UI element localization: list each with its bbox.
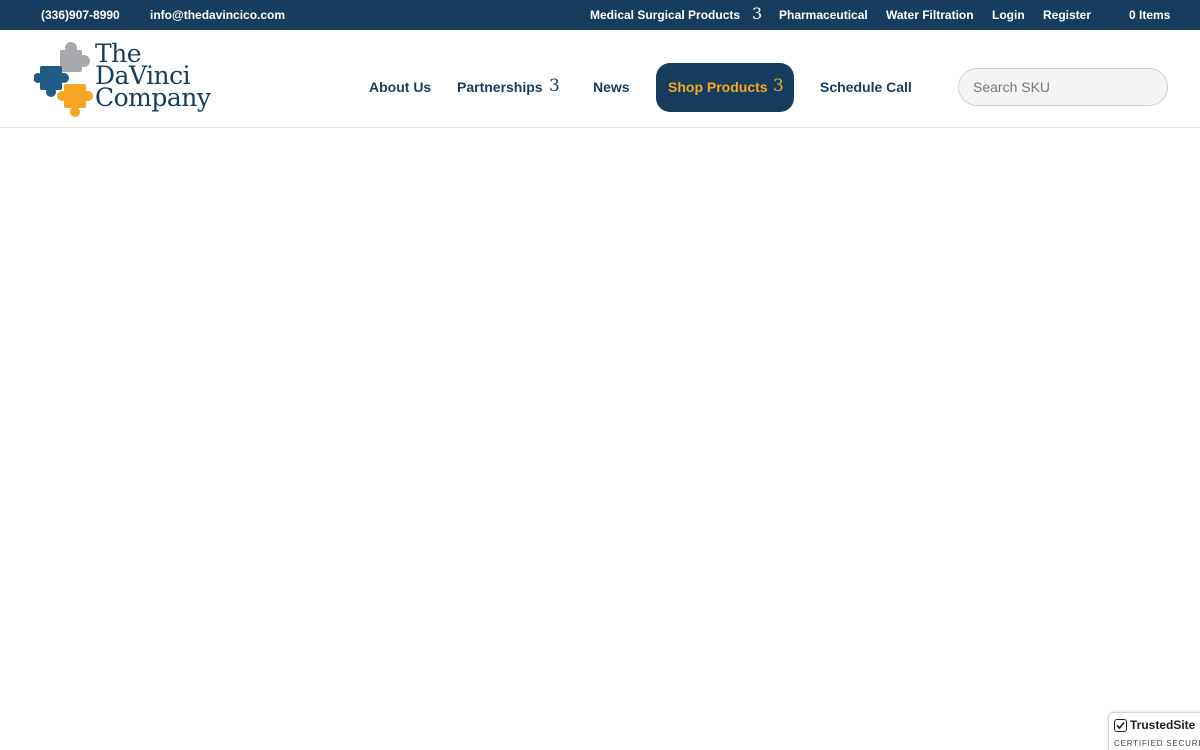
logo-line-3: Company <box>95 83 211 112</box>
top-link-pharmaceutical[interactable]: Pharmaceutical <box>779 8 868 22</box>
nav-partnerships[interactable]: Partnerships <box>457 79 543 95</box>
email-link[interactable]: info@thedavincico.com <box>150 8 285 22</box>
checkmark-icon <box>1114 719 1127 732</box>
top-link-water-filtration[interactable]: Water Filtration <box>886 8 974 22</box>
phone-link[interactable]: (336)907-8990 <box>41 8 120 22</box>
chevron-down-icon[interactable]: 3 <box>752 5 762 23</box>
top-link-medical-surgical[interactable]: Medical Surgical Products <box>590 8 740 22</box>
site-header: The DaVinci Company About Us Partnership… <box>0 30 1200 128</box>
company-logo[interactable]: The DaVinci Company <box>34 40 224 118</box>
nav-news[interactable]: News <box>593 79 630 95</box>
badge-title: TrustedSite <box>1130 718 1196 732</box>
login-link[interactable]: Login <box>992 8 1025 22</box>
chevron-down-icon: 3 <box>773 76 784 96</box>
register-link[interactable]: Register <box>1043 8 1091 22</box>
nav-schedule-call[interactable]: Schedule Call <box>820 79 912 95</box>
logo-wordmark: The DaVinci Company <box>95 41 211 112</box>
cart-link[interactable]: 0 Items <box>1129 8 1170 22</box>
badge-subtitle: CERTIFIED SECURE <box>1114 739 1200 748</box>
trustedsite-badge[interactable]: TrustedSite CERTIFIED SECURE <box>1108 712 1200 750</box>
search-sku-input[interactable] <box>958 68 1168 106</box>
shop-products-label: Shop Products <box>668 79 768 95</box>
puzzle-logo-icon <box>34 42 93 117</box>
top-utility-bar: (336)907-8990 info@thedavincico.com Medi… <box>0 0 1200 30</box>
nav-shop-products-button[interactable]: Shop Products 3 <box>656 63 794 112</box>
nav-about-us[interactable]: About Us <box>369 79 431 95</box>
chevron-down-icon[interactable]: 3 <box>549 76 560 96</box>
main-content <box>0 128 1200 750</box>
